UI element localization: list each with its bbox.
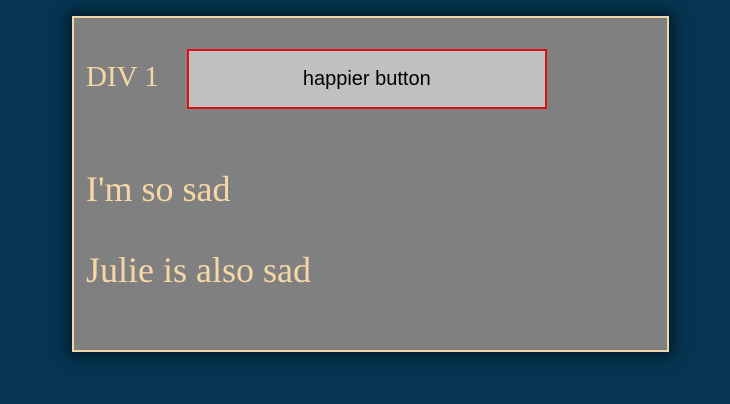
text-line-2: Julie is also sad (86, 250, 311, 290)
header-row: DIV 1 happier button (86, 49, 547, 109)
div-title: DIV 1 (86, 60, 159, 93)
text-line-1: I'm so sad (86, 169, 231, 209)
div-1-panel: DIV 1 happier button I'm so sad Julie is… (72, 16, 669, 352)
happier-button[interactable]: happier button (186, 49, 547, 109)
